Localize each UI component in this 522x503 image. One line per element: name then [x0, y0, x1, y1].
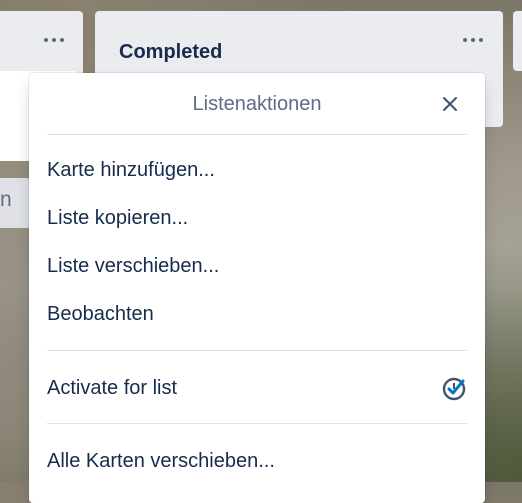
- menu-item-label: Activate for list: [47, 377, 178, 399]
- dot-icon: [463, 38, 467, 42]
- menu-item-label: Alle Karten verschieben...: [47, 450, 275, 472]
- check-clock-icon: [441, 376, 467, 402]
- list-menu-button[interactable]: [463, 37, 483, 43]
- separator: [47, 134, 467, 135]
- menu-item-label: Karte hinzufügen...: [47, 159, 215, 181]
- separator: [47, 350, 467, 351]
- dot-icon: [60, 38, 64, 42]
- menu-item-watch[interactable]: Beobachten: [29, 291, 485, 339]
- add-card-partial[interactable]: n: [0, 178, 30, 228]
- menu-item-move-all-cards[interactable]: Alle Karten verschieben...: [29, 438, 485, 486]
- menu-item-add-card[interactable]: Karte hinzufügen...: [29, 147, 485, 195]
- dot-icon: [52, 38, 56, 42]
- popover-title: Listenaktionen: [192, 93, 322, 115]
- list-title[interactable]: Completed: [119, 41, 222, 64]
- dot-icon: [44, 38, 48, 42]
- menu-item-label: Beobachten: [47, 303, 154, 325]
- separator: [47, 423, 467, 424]
- close-icon[interactable]: [439, 93, 461, 115]
- menu-item-label: Liste kopieren...: [47, 207, 189, 229]
- popover-header: Listenaktionen: [29, 73, 485, 134]
- list-actions-popover: Listenaktionen Karte hinzufügen... Liste…: [29, 73, 485, 503]
- dot-icon: [471, 38, 475, 42]
- add-card-partial-label: n: [0, 188, 12, 211]
- list-far-right: [513, 11, 522, 71]
- menu-item-activate-powerup[interactable]: Activate for list: [29, 365, 485, 413]
- list-menu-button-left[interactable]: [44, 37, 64, 43]
- dot-icon: [479, 38, 483, 42]
- menu-item-move-list[interactable]: Liste verschieben...: [29, 243, 485, 291]
- menu-item-copy-list[interactable]: Liste kopieren...: [29, 195, 485, 243]
- menu-item-label: Liste verschieben...: [47, 255, 220, 277]
